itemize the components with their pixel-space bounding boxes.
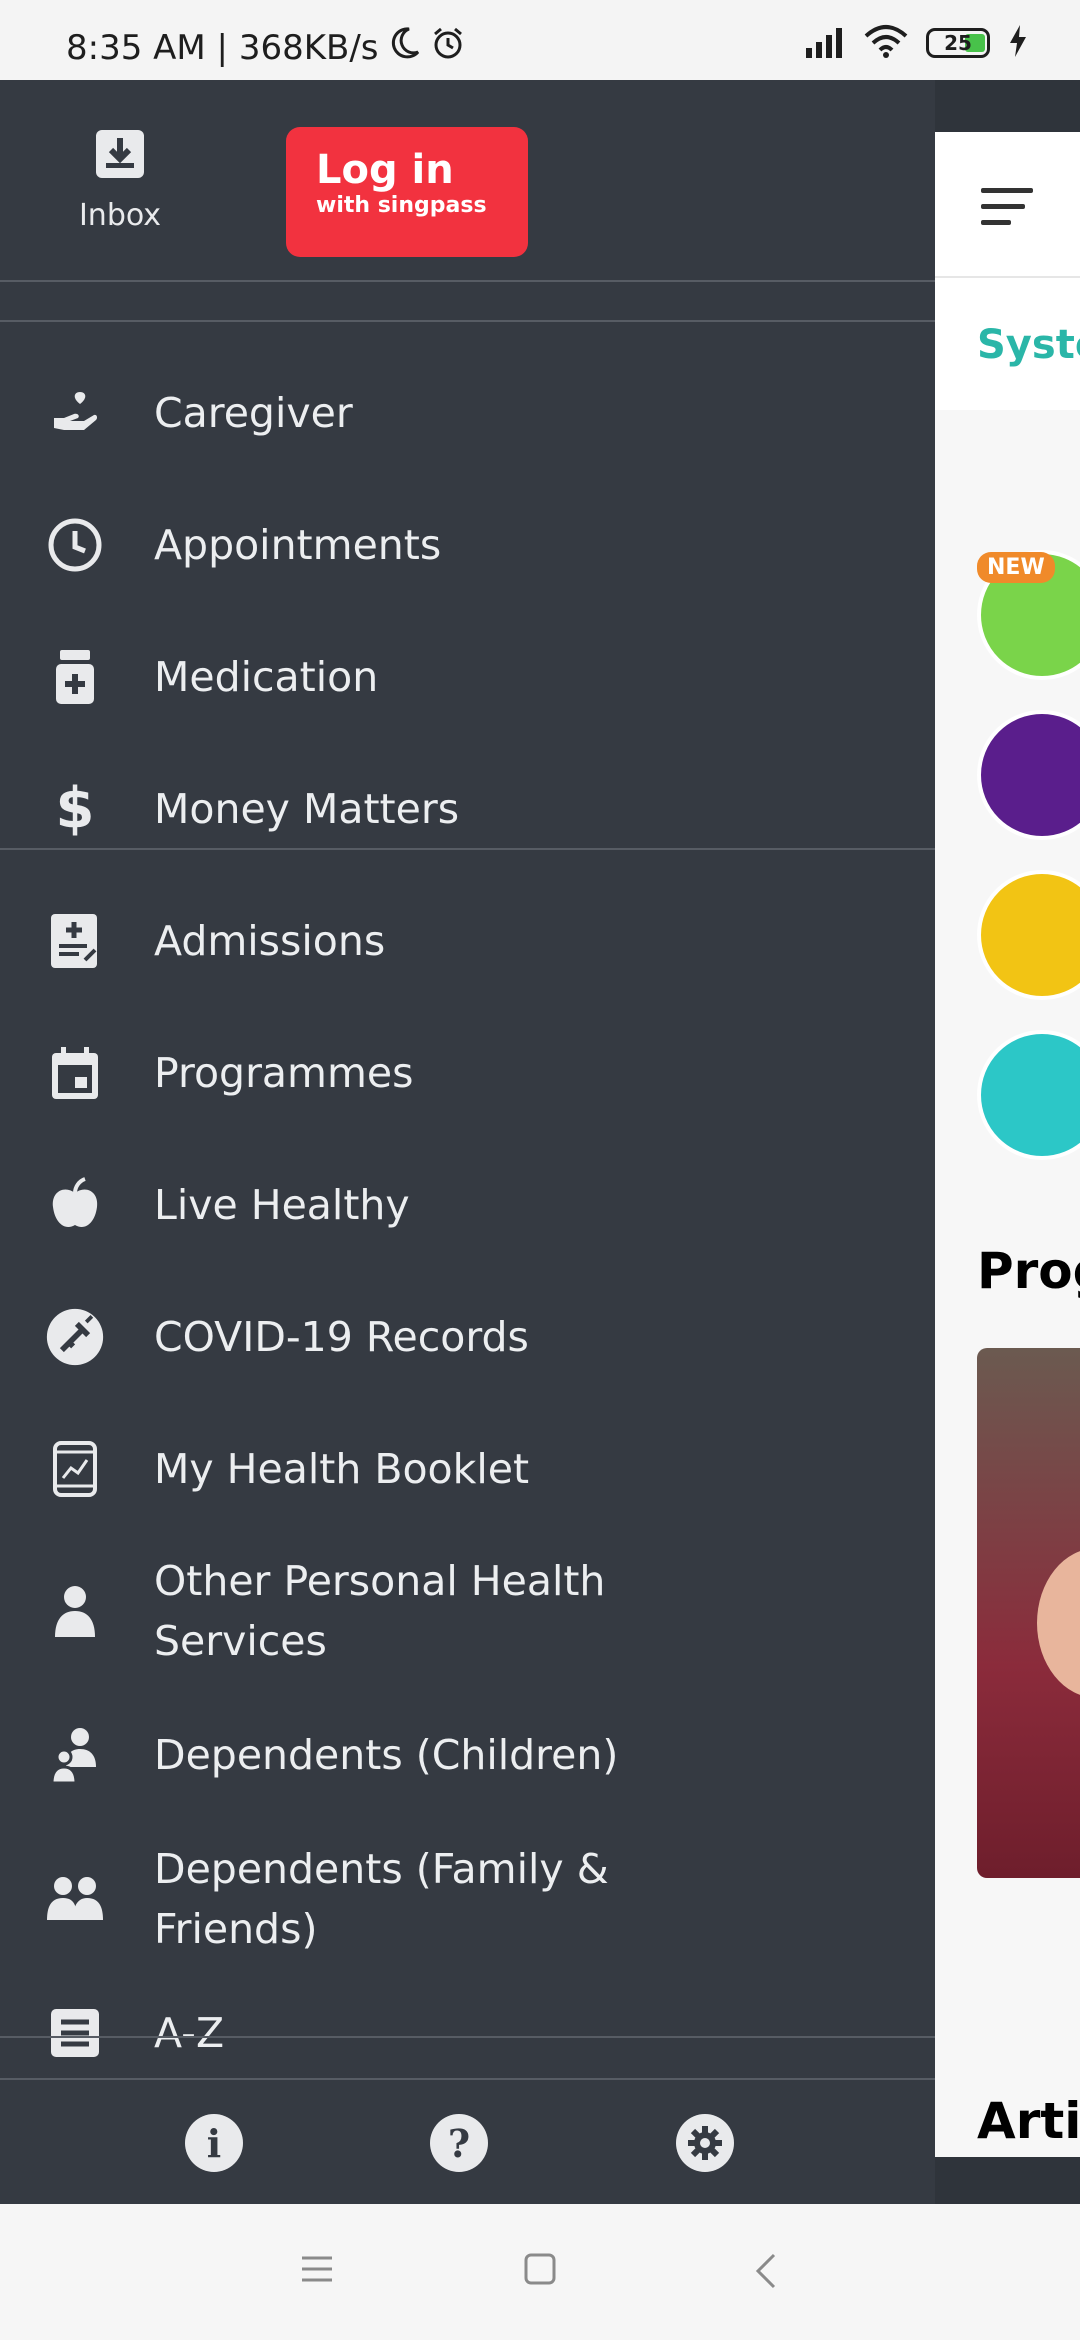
cell-signal-icon <box>802 24 846 62</box>
person-icon <box>45 1581 105 1641</box>
section-heading: Syste <box>977 322 1080 368</box>
divider <box>0 320 935 322</box>
drawer-item-label: Other Personal Health Services <box>154 1556 606 1665</box>
drawer-item-a-z[interactable]: A-Z <box>0 1980 935 2085</box>
drawer-item-label: Admissions <box>154 916 386 965</box>
drawer-item-label: Caregiver <box>154 388 353 437</box>
drawer-item-appointments[interactable]: Appointments <box>0 492 935 597</box>
back-chevron-icon[interactable] <box>752 2252 782 2294</box>
drawer-item-live-healthy[interactable]: Live Healthy <box>0 1152 935 1257</box>
main-content-peek: Syste NEW Prog Arti <box>935 132 1080 2157</box>
home-square-icon[interactable] <box>523 2252 557 2290</box>
login-sublabel: with singpass <box>316 193 487 218</box>
hamburger-menu-icon[interactable] <box>981 188 1033 236</box>
dollar-icon: $ <box>55 776 95 841</box>
programme-card-image[interactable] <box>977 1348 1080 1878</box>
battery-level: 25 <box>944 31 972 55</box>
drawer-item-label: COVID-19 Records <box>154 1312 529 1361</box>
health-booklet-tile-icon[interactable] <box>977 710 1080 840</box>
drawer-item-covid-records[interactable]: COVID-19 Records <box>0 1284 935 1389</box>
list-icon <box>45 2003 105 2063</box>
drawer-item-money-matters[interactable]: $ Money Matters <box>0 756 935 861</box>
drawer-item-label: A-Z <box>154 2008 225 2057</box>
drawer-item-label: Dependents (Family & Friends) <box>154 1844 609 1953</box>
programmes-heading: Prog <box>977 1242 1080 1300</box>
covid-vaccine-icon <box>45 1307 105 1367</box>
status-time-speed: 8:35 AM | 368KB/s <box>66 27 379 68</box>
drawer-item-label: Appointments <box>154 520 442 569</box>
drawer-item-label: Money Matters <box>154 784 460 833</box>
battery-icon: 25 <box>926 28 990 58</box>
drawer-item-label: Programmes <box>154 1048 414 1097</box>
recents-menu-icon[interactable] <box>300 2252 334 2290</box>
status-bar: 8:35 AM | 368KB/s 25 <box>0 0 1080 80</box>
drawer-item-label: Dependents (Children) <box>154 1730 619 1779</box>
new-badge: NEW <box>977 552 1055 583</box>
drawer-item-caregiver[interactable]: Caregiver <box>0 360 935 465</box>
divider <box>0 2036 935 2038</box>
charging-icon <box>1008 25 1028 61</box>
articles-heading: Arti <box>977 2092 1080 2150</box>
caregiver-hand-heart-icon <box>45 383 105 443</box>
drawer-header: Inbox Log in with singpass <box>0 80 935 280</box>
drawer-item-label: Live Healthy <box>154 1180 410 1229</box>
navigation-drawer: Inbox Log in with singpass Caregiver App… <box>0 80 935 2204</box>
divider <box>0 280 935 282</box>
drawer-item-label: My Health Booklet <box>154 1444 530 1493</box>
settings-icon[interactable] <box>676 2114 734 2172</box>
drawer-item-dependents-family[interactable]: Dependents (Family & Friends) <box>0 1836 935 1961</box>
family-tile-icon[interactable] <box>977 1030 1080 1160</box>
wifi-icon <box>864 24 908 62</box>
divider <box>0 848 935 850</box>
drawer-item-admissions[interactable]: Admissions <box>0 888 935 993</box>
clock-icon <box>45 515 105 575</box>
drawer-item-dependents-children[interactable]: Dependents (Children) <box>0 1702 935 1807</box>
medicine-bottle-icon <box>45 647 105 707</box>
apple-icon <box>45 1175 105 1235</box>
info-icon[interactable]: i <box>185 2114 243 2172</box>
admissions-clipboard-icon <box>45 911 105 971</box>
login-label: Log in <box>316 147 454 193</box>
help-icon[interactable]: ? <box>430 2114 488 2172</box>
health-booklet-icon <box>45 1439 105 1499</box>
drawer-item-other-personal-health[interactable]: Other Personal Health Services <box>0 1548 935 1673</box>
drawer-item-programmes[interactable]: Programmes <box>0 1020 935 1125</box>
drawer-item-label: Medication <box>154 652 379 701</box>
inbox-label: Inbox <box>78 198 162 233</box>
parent-child-icon <box>45 1725 105 1785</box>
app-top-bar <box>935 132 1080 278</box>
inbox-button[interactable]: Inbox <box>60 128 180 233</box>
moon-icon <box>389 26 421 69</box>
drawer-footer: i ? <box>0 2078 935 2204</box>
login-singpass-button[interactable]: Log in with singpass <box>286 127 528 257</box>
calendar-icon <box>45 1043 105 1103</box>
inbox-icon <box>96 130 144 178</box>
alarm-icon <box>431 26 465 69</box>
drawer-item-medication[interactable]: Medication <box>0 624 935 729</box>
system-navigation-bar <box>0 2204 1080 2340</box>
caregiver-tile-icon[interactable] <box>977 870 1080 1000</box>
group-icon <box>45 1869 105 1929</box>
drawer-item-health-booklet[interactable]: My Health Booklet <box>0 1416 935 1521</box>
